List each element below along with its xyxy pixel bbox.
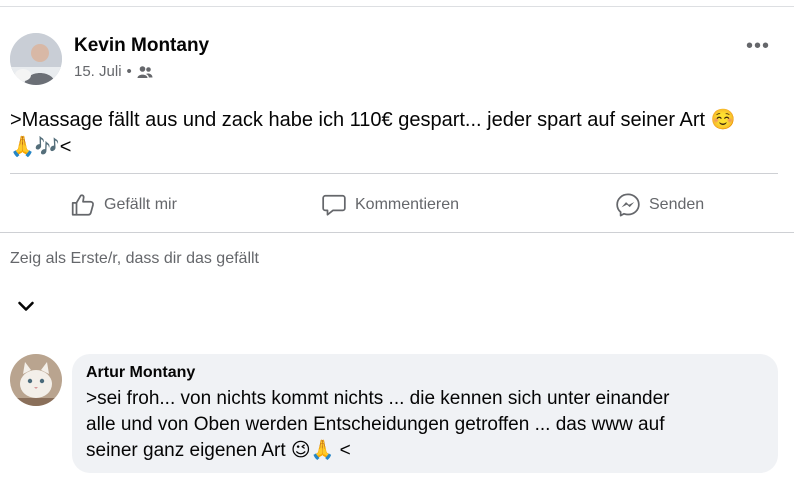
chevron-down-icon[interactable] (16, 296, 36, 316)
more-options-button[interactable]: ••• (746, 35, 770, 58)
author-avatar[interactable] (10, 33, 62, 85)
comment-text-line: >sei froh... von nichts kommt nichts ...… (86, 388, 670, 409)
post-date[interactable]: 15. Juli (74, 63, 122, 80)
facebook-post-page: Kevin Montany 15. Juli • ••• >Massage fä… (0, 0, 794, 483)
commenter-avatar-image (10, 354, 62, 406)
post-actions-bar: Gefällt mir Kommentieren Senden (0, 185, 794, 225)
comment-button-label: Kommentieren (355, 196, 460, 213)
comment-button[interactable]: Kommentieren (321, 185, 459, 225)
post-meta: 15. Juli • (74, 63, 153, 80)
friends-icon (137, 65, 153, 78)
comment-text-line: seiner ganz eigenen Art 😉🙏 < (86, 440, 351, 461)
post-author-name[interactable]: Kevin Montany (74, 35, 209, 57)
commenter-avatar[interactable] (10, 354, 62, 406)
comment-bubble: Artur Montany >sei froh... von nichts ko… (72, 354, 778, 473)
comment-bubble-icon (322, 194, 346, 216)
post-divider (10, 173, 778, 174)
comment-text-line: alle und von Oben werden Entscheidungen … (86, 414, 665, 435)
comment-author-name[interactable]: Artur Montany (86, 364, 764, 382)
messenger-icon (616, 193, 640, 217)
like-button[interactable]: Gefällt mir (70, 185, 177, 225)
post-text-line: >Massage fällt aus und zack habe ich 110… (10, 109, 736, 131)
thumbs-up-icon (71, 194, 94, 216)
post-header: Kevin Montany 15. Juli • ••• (10, 33, 784, 88)
post-text: >Massage fällt aus und zack habe ich 110… (10, 107, 784, 161)
send-button[interactable]: Senden (615, 185, 704, 225)
like-button-label: Gefällt mir (104, 196, 177, 213)
author-avatar-image (10, 33, 62, 85)
actions-divider (0, 232, 794, 233)
post-text-line: 🙏🎶< (10, 136, 72, 158)
meta-separator: • (126, 63, 132, 80)
first-like-hint: Zeig als Erste/r, dass dir das gefällt (10, 250, 259, 267)
send-button-label: Senden (649, 196, 705, 213)
top-divider (0, 6, 794, 7)
